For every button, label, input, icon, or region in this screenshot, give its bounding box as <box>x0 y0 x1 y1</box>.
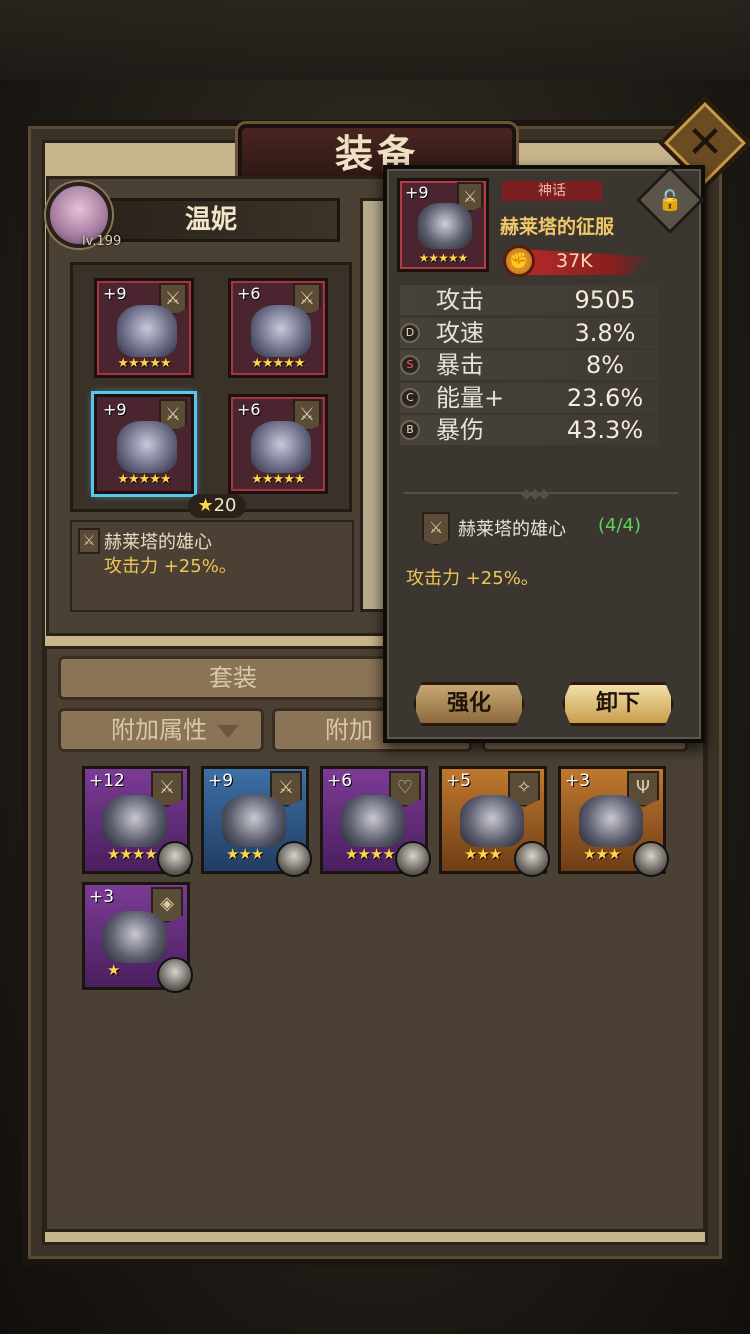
item-stars: ★★★★ <box>345 845 396 863</box>
equip-slot-4[interactable]: +6 ⚔ ★★★★★ <box>228 394 328 494</box>
filter-extra-attr[interactable]: 附加属性 <box>58 708 264 752</box>
inventory-item[interactable]: +5 ✧ ★★★ <box>439 766 550 877</box>
stat-grade-badge: S <box>400 355 420 375</box>
boots-art <box>251 421 311 473</box>
stat-row: S 暴击 8% <box>400 350 658 380</box>
inventory-item[interactable]: +12 ⚔ ★★★★ <box>82 766 193 877</box>
lock-icon[interactable]: 🔓 <box>646 176 694 224</box>
stat-grade-badge: B <box>400 420 420 440</box>
inventory-item[interactable]: +3 ◈ ★ <box>82 882 193 993</box>
equip-slot-2[interactable]: +6 ⚔ ★★★★★ <box>228 278 328 378</box>
gauntlet-art <box>103 911 167 963</box>
item-name: 赫莱塔的征服 <box>500 216 615 238</box>
star-total: ★20 <box>188 494 246 518</box>
gauntlet-art <box>103 795 167 847</box>
armor-art <box>251 305 311 357</box>
tab-suit[interactable]: 套装 <box>58 656 408 700</box>
upgrade-button[interactable]: 强化 <box>413 682 525 726</box>
inventory-item[interactable]: +9 ⚔ ★★★ <box>201 766 312 877</box>
item-stars: ★★★★ <box>107 845 158 863</box>
unequip-button[interactable]: 卸下 <box>562 682 674 726</box>
item-level: +5 <box>446 771 472 791</box>
item-level: +3 <box>89 887 115 907</box>
item-stars: ★★★ <box>464 845 502 863</box>
item-level: +3 <box>565 771 591 791</box>
helmet-art <box>117 305 177 357</box>
item-level: +6 <box>327 771 353 791</box>
rarity-badge: 神话 <box>502 181 602 201</box>
slot-level: +9 <box>103 284 127 303</box>
slot-stars: ★★★★★ <box>117 472 171 487</box>
item-stars: ★ <box>107 961 120 979</box>
popup-set-bonus: 攻击力 +25%。 <box>406 568 539 589</box>
gauntlet-art <box>117 421 177 473</box>
popup-item-level: +9 <box>405 183 429 202</box>
item-stars: ★★★ <box>583 845 621 863</box>
owner-avatar <box>157 957 193 993</box>
power-value: 37K <box>556 250 593 272</box>
equip-slot-3[interactable]: +9 ⚔ ★★★★★ <box>94 394 194 494</box>
owner-avatar <box>633 841 669 877</box>
set-bonus: 攻击力 +25%。 <box>104 556 237 577</box>
fist-icon: ✊ <box>503 245 535 277</box>
slot-level: +6 <box>237 284 261 303</box>
owner-avatar <box>157 841 193 877</box>
hero-name: 温妮 <box>184 205 237 235</box>
star-icon: ★ <box>197 495 214 516</box>
item-stars: ★★★ <box>226 845 264 863</box>
item-level: +9 <box>208 771 234 791</box>
sword-icon: ⚔ <box>78 528 100 554</box>
stat-row: C 能量+ 23.6% <box>400 383 658 413</box>
gauntlet-art <box>460 795 524 847</box>
gauntlet-art <box>341 795 405 847</box>
stat-row: B 暴伤 43.3% <box>400 415 658 445</box>
item-level: +12 <box>89 771 125 791</box>
hero-level: lv.199 <box>82 234 122 249</box>
claw-art <box>579 795 643 847</box>
popup-item-stars: ★★★★★ <box>418 251 469 265</box>
slot-level: +6 <box>237 400 261 419</box>
owner-avatar <box>514 841 550 877</box>
gauntlet-art <box>418 203 472 249</box>
chevron-down-icon <box>217 724 239 738</box>
popup-item-slot: +9 ⚔ ★★★★★ <box>397 178 489 272</box>
top-bar-blurred <box>0 0 750 80</box>
slot-level: +9 <box>103 400 127 419</box>
stat-row: 攻击 9505 <box>400 285 658 315</box>
popup-set-count: (4/4) <box>598 515 642 536</box>
stat-grade-badge: D <box>400 323 420 343</box>
divider-ornament: ◆◆◆ <box>521 486 549 502</box>
gauntlet-art <box>222 795 286 847</box>
stat-row: D 攻速 3.8% <box>400 318 658 348</box>
inventory-item[interactable]: +3 Ψ ★★★ <box>558 766 669 877</box>
stat-grade-badge: C <box>400 388 420 408</box>
sword-icon: ⚔ <box>422 512 450 546</box>
owner-avatar <box>395 841 431 877</box>
equip-slot-1[interactable]: +9 ⚔ ★★★★★ <box>94 278 194 378</box>
slot-stars: ★★★★★ <box>251 356 305 371</box>
inventory-item[interactable]: +6 ♡ ★★★★ <box>320 766 431 877</box>
owner-avatar <box>276 841 312 877</box>
slot-stars: ★★★★★ <box>117 356 171 371</box>
set-name: 赫莱塔的雄心 <box>104 532 212 553</box>
slot-stars: ★★★★★ <box>251 472 305 487</box>
popup-set-name: 赫莱塔的雄心 <box>458 519 566 540</box>
